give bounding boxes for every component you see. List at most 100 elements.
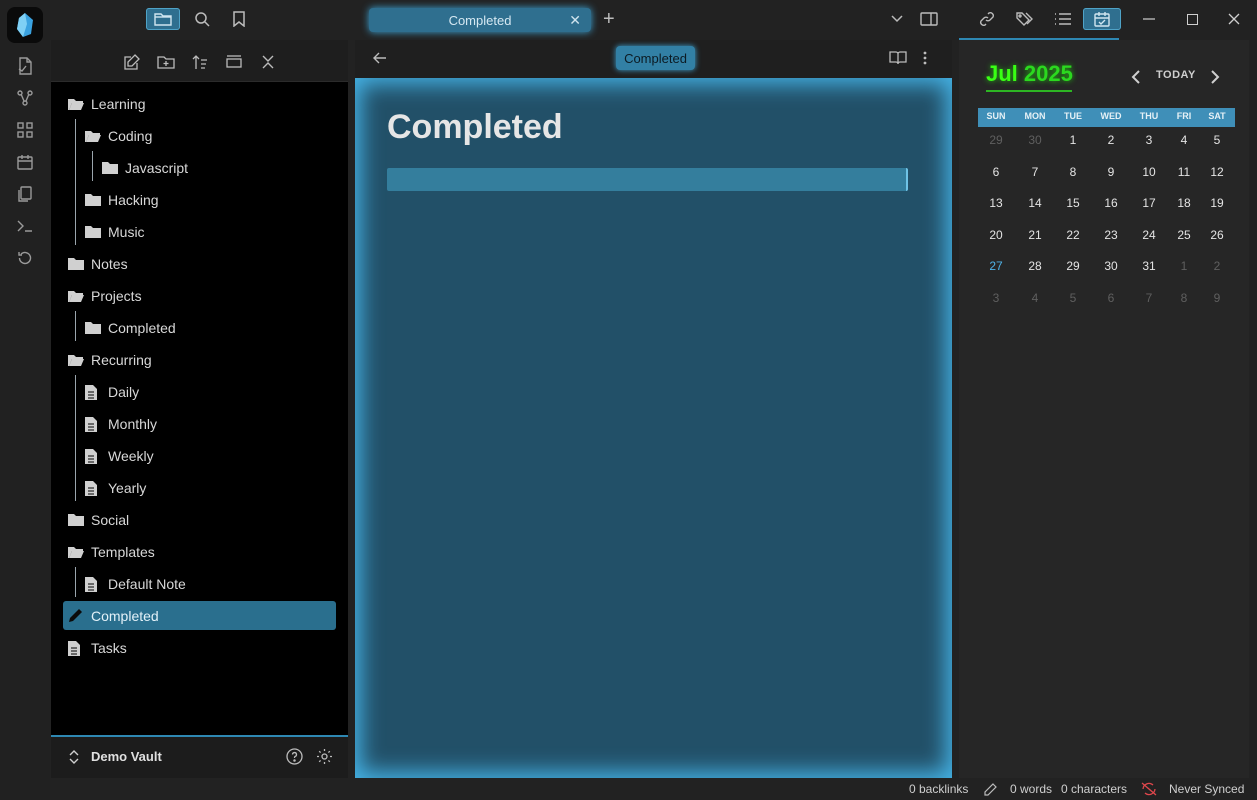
tree-file-tasks[interactable]: Tasks <box>67 636 127 660</box>
sync-error-icon[interactable] <box>1141 782 1157 796</box>
previous-month-chevron-icon[interactable] <box>1131 70 1141 84</box>
calendar-day[interactable]: 13 <box>978 196 1014 210</box>
maximize-window-icon[interactable] <box>1180 8 1204 30</box>
calendar-day[interactable]: 15 <box>1055 196 1091 210</box>
tree-folder-learning[interactable]: Learning <box>67 92 146 116</box>
calendar-day[interactable]: 20 <box>978 228 1014 242</box>
calendar-day[interactable]: 10 <box>1131 165 1167 179</box>
new-folder-icon[interactable] <box>155 52 177 72</box>
collapse-all-icon[interactable] <box>257 52 279 72</box>
tree-folder-notes[interactable]: Notes <box>67 252 128 276</box>
tree-file-weekly[interactable]: Weekly <box>84 444 154 468</box>
calendar-day[interactable]: 2 <box>1199 259 1235 273</box>
tree-folder-completed[interactable]: Completed <box>84 316 176 340</box>
graph-view-icon[interactable] <box>13 86 37 110</box>
tree-file-completed[interactable]: Completed <box>67 604 159 628</box>
tree-folder-social[interactable]: Social <box>67 508 129 532</box>
help-icon[interactable] <box>286 748 303 765</box>
calendar-day[interactable]: 30 <box>1093 259 1129 273</box>
status-sync[interactable]: Never Synced <box>1169 782 1244 796</box>
calendar-day[interactable]: 18 <box>1166 196 1202 210</box>
tree-folder-coding[interactable]: Coding <box>84 124 152 148</box>
tab-completed[interactable]: Completed ✕ <box>369 8 591 32</box>
tree-folder-javascript[interactable]: Javascript <box>101 156 188 180</box>
calendar-day[interactable]: 25 <box>1166 228 1202 242</box>
calendar-day[interactable]: 30 <box>1017 133 1053 147</box>
search-icon[interactable] <box>190 8 214 30</box>
tree-file-default-note[interactable]: Default Note <box>84 572 186 596</box>
calendar-day[interactable]: 14 <box>1017 196 1053 210</box>
history-icon[interactable] <box>13 246 37 270</box>
calendar-day[interactable]: 31 <box>1131 259 1167 273</box>
vault-switch-chevrons-icon[interactable] <box>68 749 80 765</box>
tree-folder-hacking[interactable]: Hacking <box>84 188 159 212</box>
daily-note-calendar-icon[interactable] <box>13 150 37 174</box>
tree-file-daily[interactable]: Daily <box>84 380 139 404</box>
new-note-icon[interactable] <box>121 52 143 72</box>
calendar-day[interactable]: 7 <box>1131 291 1167 305</box>
tree-file-yearly[interactable]: Yearly <box>84 476 146 500</box>
sort-order-icon[interactable] <box>189 52 211 72</box>
calendar-day[interactable]: 28 <box>1017 259 1053 273</box>
calendar-day[interactable]: 16 <box>1093 196 1129 210</box>
backlinks-icon[interactable] <box>976 8 1000 30</box>
today-button[interactable]: TODAY <box>1156 69 1196 81</box>
calendar-day[interactable]: 17 <box>1131 196 1167 210</box>
tree-folder-projects[interactable]: Projects <box>67 284 142 308</box>
tree-folder-templates[interactable]: Templates <box>67 540 155 564</box>
calendar-day[interactable]: 6 <box>978 165 1014 179</box>
calendar-day[interactable]: 29 <box>978 133 1014 147</box>
editor-header-title[interactable]: Completed <box>616 46 695 70</box>
calendar-day[interactable]: 5 <box>1199 133 1235 147</box>
calendar-day[interactable]: 26 <box>1199 228 1235 242</box>
calendar-day[interactable]: 4 <box>1166 133 1202 147</box>
note-properties-bar[interactable] <box>387 168 908 191</box>
close-window-icon[interactable] <box>1222 8 1246 30</box>
vault-name[interactable]: Demo Vault <box>91 749 162 764</box>
tree-folder-recurring[interactable]: Recurring <box>67 348 152 372</box>
settings-gear-icon[interactable] <box>316 748 333 765</box>
calendar-day[interactable]: 5 <box>1055 291 1091 305</box>
status-backlinks[interactable]: 0 backlinks <box>909 782 968 796</box>
edit-mode-pencil-icon[interactable] <box>983 783 997 797</box>
calendar-day[interactable]: 9 <box>1199 291 1235 305</box>
calendar-day[interactable]: 4 <box>1017 291 1053 305</box>
templates-icon[interactable] <box>13 182 37 206</box>
more-options-icon[interactable] <box>923 51 927 65</box>
calendar-day[interactable]: 1 <box>1055 133 1091 147</box>
tags-icon[interactable] <box>1013 8 1037 30</box>
tree-folder-music[interactable]: Music <box>84 220 145 244</box>
tree-file-monthly[interactable]: Monthly <box>84 412 157 436</box>
calendar-panel-icon[interactable] <box>1083 8 1121 30</box>
open-quick-switcher-icon[interactable] <box>13 54 37 78</box>
new-tab-button[interactable]: + <box>603 8 615 31</box>
calendar-day[interactable]: 12 <box>1199 165 1235 179</box>
calendar-day[interactable]: 3 <box>1131 133 1167 147</box>
calendar-day[interactable]: 21 <box>1017 228 1053 242</box>
bookmark-icon[interactable] <box>227 8 251 30</box>
calendar-day[interactable]: 11 <box>1166 165 1202 179</box>
calendar-day[interactable]: 24 <box>1131 228 1167 242</box>
terminal-icon[interactable] <box>13 214 37 238</box>
calendar-day[interactable]: 3 <box>978 291 1014 305</box>
navigate-back-icon[interactable] <box>373 52 387 64</box>
calendar-day[interactable]: 7 <box>1017 165 1053 179</box>
calendar-day[interactable]: 8 <box>1166 291 1202 305</box>
calendar-day[interactable]: 29 <box>1055 259 1091 273</box>
toggle-right-sidebar-icon[interactable] <box>917 8 941 30</box>
minimize-window-icon[interactable] <box>1137 8 1161 30</box>
calendar-day[interactable]: 27 <box>978 259 1014 273</box>
file-explorer-tab-button[interactable] <box>146 8 180 30</box>
close-tab-icon[interactable]: ✕ <box>569 12 581 29</box>
calendar-day[interactable]: 23 <box>1093 228 1129 242</box>
reading-view-book-icon[interactable] <box>889 51 907 65</box>
outline-icon[interactable] <box>1051 8 1075 30</box>
calendar-day[interactable]: 22 <box>1055 228 1091 242</box>
calendar-day[interactable]: 9 <box>1093 165 1129 179</box>
calendar-day[interactable]: 1 <box>1166 259 1202 273</box>
next-month-chevron-icon[interactable] <box>1210 70 1220 84</box>
calendar-day[interactable]: 19 <box>1199 196 1235 210</box>
tab-list-dropdown-icon[interactable] <box>885 8 909 30</box>
note-title[interactable]: Completed <box>387 108 563 147</box>
canvas-icon[interactable] <box>13 118 37 142</box>
